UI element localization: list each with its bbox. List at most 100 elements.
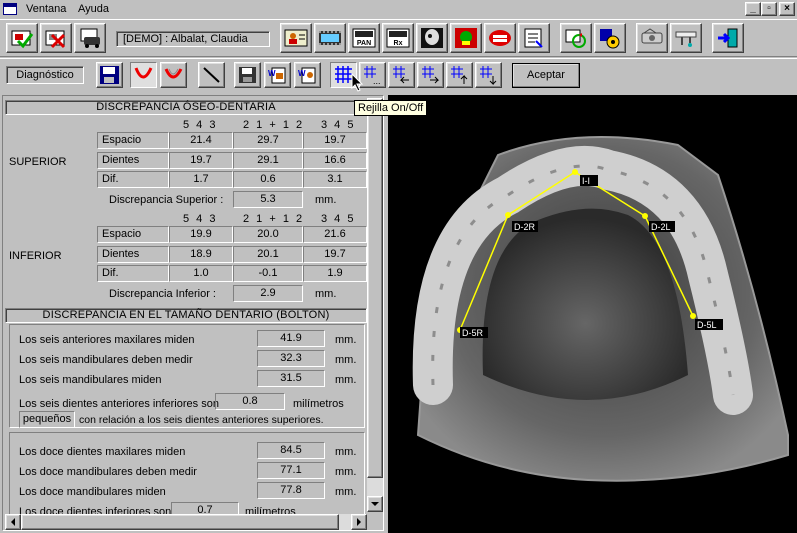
close-button[interactable]: × [779,2,795,16]
scroll-down-button[interactable] [367,496,383,512]
rx-xray-icon: Rx [386,28,410,48]
skull-button[interactable] [416,23,448,53]
refresh-button[interactable] [560,23,592,53]
bolton-title: DISCREPANCIA EN EL TAMAÑO DENTARIO (BOLT… [5,308,367,323]
inferior-unit: mm. [315,288,337,300]
line-tool-icon [203,67,220,83]
ceph-icon [455,28,477,48]
bolton-conclusion-suffix: con relación a los seis dientes anterior… [79,414,324,426]
grid-move-down-button[interactable] [475,62,502,88]
twelve-row-label: Los doce dientes maxilares miden [19,446,186,458]
patient-car-button[interactable] [74,23,106,53]
pan-xray-icon: PAN [352,28,376,48]
col-header-right: 3 4 5 [321,213,356,225]
lower-arch-button[interactable] [160,62,187,88]
settings-button[interactable] [594,23,626,53]
svg-text:PAN: PAN [357,40,371,47]
menu-ventana[interactable]: Ventana [24,2,68,16]
patient-delete-button[interactable] [40,23,72,53]
diagnosis-panel: DISCREPANCIA ÓSEO-DENTARIA 5 4 3 2 1 + 1… [2,95,384,531]
horizontal-scrollbar[interactable] [5,514,367,530]
word-person-button[interactable]: W [294,62,321,88]
point-d5l[interactable] [690,313,696,319]
superior-discrepancy-label: Discrepancia Superior : [109,194,224,206]
pan-xray-button[interactable]: PAN [348,23,380,53]
superior-dientes-value: 19.7 [169,152,233,169]
inferior-label: INFERIOR [9,250,62,262]
inferior-dif-value: 1.0 [169,265,233,282]
twelve-row-label: Los doce mandibulares miden [19,486,166,498]
scroll-left-button[interactable] [5,514,21,530]
word-export-icon: W [268,67,286,84]
lower-arch-icon [164,68,183,79]
inferior-espacio-value: 19.9 [169,226,233,243]
bolton-row-value: 41.9 [257,330,325,347]
bolton-row-label: Los seis mandibulares deben medir [19,354,193,366]
upper-arch-icon [134,67,153,79]
twelve-row-value: 77.8 [257,482,325,499]
scroll-thumb[interactable] [367,114,383,478]
point-d2r[interactable] [505,212,511,218]
grid-move-right-button[interactable] [417,62,444,88]
teeth-button[interactable] [484,23,516,53]
save-button[interactable] [234,62,261,88]
bolton-conclusion-unit: milímetros [293,398,344,410]
bolton-row-label: Los seis mandibulares miden [19,374,162,386]
menu-ayuda[interactable]: Ayuda [76,2,111,16]
rx-xray-button[interactable]: Rx [382,23,414,53]
line-tool-button[interactable] [198,62,225,88]
film-strip-button[interactable] [314,23,346,53]
bolton-conclusion-prefix: Los seis dientes anteriores inferiores s… [19,398,219,410]
patient-car-icon [80,28,100,48]
inferior-dientes-value: 18.9 [169,246,233,263]
dental-cast-image[interactable]: I-I D-2R D-2L D-5R D-5L [388,95,797,533]
film-strip-icon [319,31,341,45]
inferior-discrepancy-value: 2.9 [233,285,303,302]
scroll-h-thumb[interactable] [21,514,339,530]
bolton-row-value: 32.3 [257,350,325,367]
save-disk-icon [100,66,119,84]
superior-espacio-label: Espacio [97,132,169,149]
patient-ok-button[interactable] [6,23,38,53]
svg-text:...: ... [373,76,381,85]
dental-chair-button[interactable] [636,23,668,53]
grid-down-arrow-icon [480,66,497,85]
superior-dif-label: Dif. [97,171,169,188]
floppy-icon [239,67,256,83]
mouse-cursor-icon [351,73,364,92]
grid-move-left-button[interactable] [388,62,415,88]
grid-move-up-button[interactable] [446,62,473,88]
inferior-dientes-value: 20.1 [233,246,303,263]
app-icon[interactable] [3,3,17,15]
dental-unit-button[interactable] [670,23,702,53]
exit-button[interactable] [712,23,744,53]
point-d2l[interactable] [642,213,648,219]
diagnostico-label: Diagnóstico [6,66,84,84]
scroll-right-button[interactable] [351,514,367,530]
person-card-button[interactable] [280,23,312,53]
settings-icon [600,29,620,49]
superior-dientes-label: Dientes [97,152,169,169]
vertical-scrollbar[interactable] [367,98,383,512]
refresh-icon [565,29,586,48]
upper-arch-toggle[interactable] [130,62,157,88]
minimize-button[interactable]: _ [745,2,761,16]
twelve-row-value: 77.1 [257,462,325,479]
word-export-button[interactable]: W [264,62,291,88]
label-d5r: D-5R [462,328,484,338]
point-ii[interactable] [572,169,578,175]
ceph-button[interactable] [450,23,482,53]
patient-ok-icon [11,30,34,49]
col-header-right: 3 4 5 [321,119,356,131]
restore-button[interactable]: ▫ [761,2,777,16]
aceptar-button[interactable]: Aceptar [512,63,580,88]
bolton-row-value: 31.5 [257,370,325,387]
col-header-left: 5 4 3 [183,119,218,131]
menu-bar: Ventana Ayuda _ ▫ × [0,0,797,18]
osseous-discrepancy-title: DISCREPANCIA ÓSEO-DENTARIA [5,100,367,115]
document-button[interactable] [518,23,550,53]
exit-icon [718,28,738,48]
save-disk-button[interactable] [96,62,123,88]
dental-cast-photo[interactable]: I-I D-2R D-2L D-5R D-5L [388,95,797,533]
svg-text:W: W [298,69,306,78]
